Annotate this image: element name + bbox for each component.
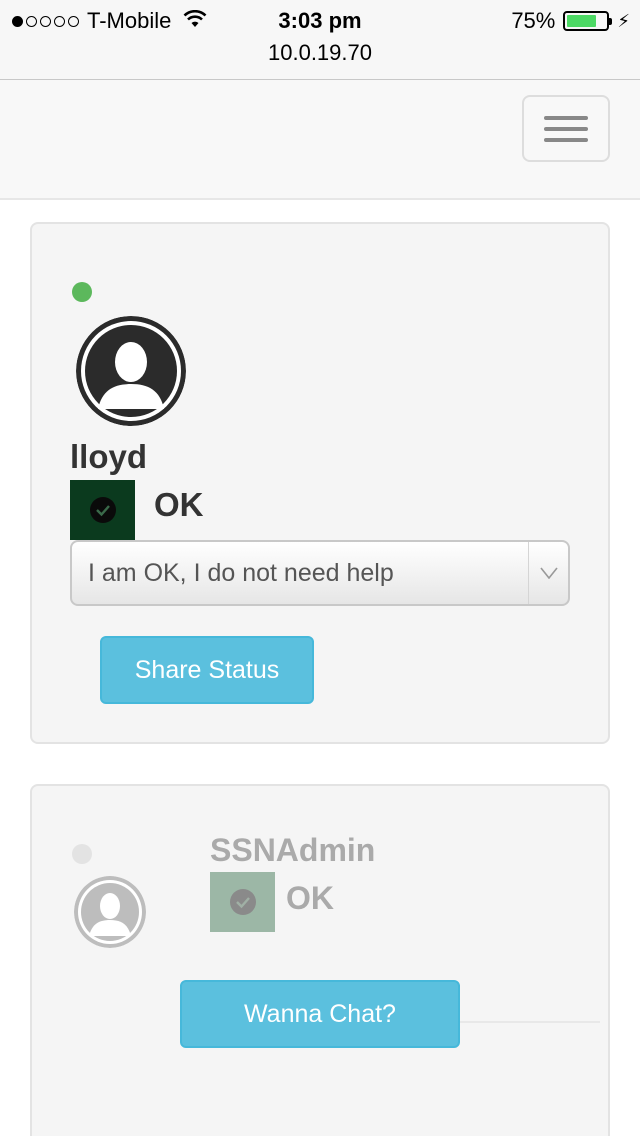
chevron-down-icon xyxy=(528,542,568,604)
user-card-lloyd: lloyd OK I am OK, I do not need help Sha… xyxy=(30,222,610,744)
ok-status-icon xyxy=(210,872,275,932)
status-label: OK xyxy=(286,880,334,916)
charging-icon: ⚡ xyxy=(617,10,630,31)
ok-status-icon xyxy=(70,480,135,540)
user-avatar-icon xyxy=(76,316,186,426)
status-select[interactable]: I am OK, I do not need help xyxy=(70,540,570,606)
username: lloyd xyxy=(70,438,148,475)
battery-indicator: 75% ⚡ xyxy=(511,8,630,34)
divider xyxy=(460,1021,600,1023)
user-card-ssnadmin: SSNAdmin OK Wanna Chat? xyxy=(30,784,610,1136)
offline-status-dot xyxy=(72,844,92,864)
avatar xyxy=(74,876,146,948)
status-select-value: I am OK, I do not need help xyxy=(88,559,394,587)
username: SSNAdmin xyxy=(210,832,376,868)
user-avatar-icon xyxy=(74,876,146,948)
status-label: OK xyxy=(154,486,204,523)
share-status-button[interactable]: Share Status xyxy=(100,636,314,704)
avatar xyxy=(76,316,186,426)
navbar xyxy=(0,80,640,200)
wanna-chat-button[interactable]: Wanna Chat? xyxy=(180,980,460,1048)
hamburger-menu-button[interactable] xyxy=(522,95,610,162)
battery-percent: 75% xyxy=(511,8,556,33)
hamburger-menu-icon xyxy=(544,116,588,120)
address-bar-url[interactable]: 10.0.19.70 xyxy=(0,40,640,66)
battery-icon xyxy=(563,11,613,31)
status-bar: T-Mobile 3:03 pm 75% ⚡ 10.0.19.70 xyxy=(0,0,640,80)
online-status-dot xyxy=(72,282,92,302)
